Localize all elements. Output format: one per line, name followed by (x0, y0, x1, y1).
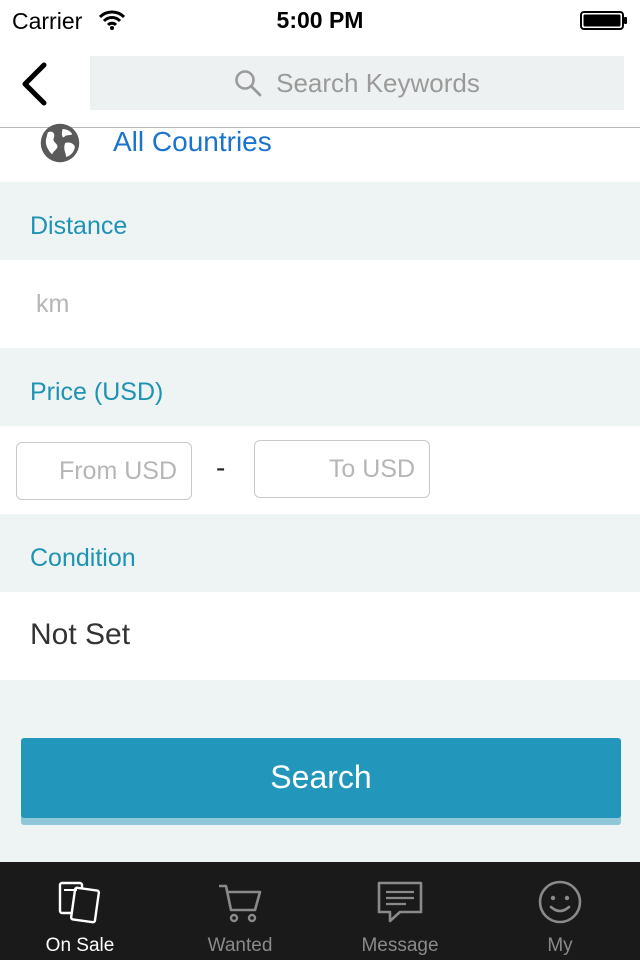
condition-value: Not Set (30, 618, 131, 651)
price-header-label: Price (USD) (30, 378, 164, 406)
cart-icon (219, 884, 262, 923)
search-icon (235, 70, 262, 97)
message-icon (377, 881, 423, 923)
nav-bar: Search Keywords (0, 40, 640, 128)
tab-wanted[interactable]: Wanted (160, 862, 320, 960)
tab-on-sale[interactable]: On Sale (0, 862, 160, 960)
tab-label: Message (361, 935, 439, 956)
status-time: 5:00 PM (276, 7, 364, 33)
distance-row (0, 260, 640, 348)
search-input[interactable]: Search Keywords (90, 56, 624, 110)
country-label: All Countries (113, 126, 272, 157)
tab-label: Wanted (207, 935, 273, 956)
search-button[interactable]: Search (21, 738, 621, 818)
distance-input[interactable] (24, 278, 614, 330)
tab-my[interactable]: My (480, 862, 640, 960)
back-button[interactable] (8, 54, 60, 114)
price-separator: - (216, 452, 226, 483)
battery-icon (580, 11, 627, 30)
price-header: Price (USD) (0, 348, 640, 426)
price-to-input[interactable] (254, 440, 430, 498)
condition-header-label: Condition (30, 544, 136, 572)
country-selector[interactable]: All Countries (0, 123, 640, 182)
tab-label: My (547, 935, 573, 956)
chevron-left-icon (22, 62, 47, 106)
cards-icon (58, 881, 101, 924)
smiley-icon (538, 880, 582, 924)
globe-icon (40, 123, 80, 163)
price-row: - (0, 426, 640, 514)
condition-selector[interactable]: Not Set (0, 592, 640, 680)
search-placeholder: Search Keywords (276, 67, 480, 98)
tab-message[interactable]: Message (320, 862, 480, 960)
status-bar: Carrier 5:00 PM (0, 0, 640, 40)
price-from-input[interactable] (16, 442, 192, 500)
tab-bar: On Sale Wanted Message My (0, 862, 640, 960)
condition-header: Condition (0, 514, 640, 592)
tab-label: On Sale (45, 935, 115, 956)
search-button-label: Search (270, 758, 372, 795)
distance-header: Distance (0, 182, 640, 260)
distance-header-label: Distance (30, 212, 128, 240)
